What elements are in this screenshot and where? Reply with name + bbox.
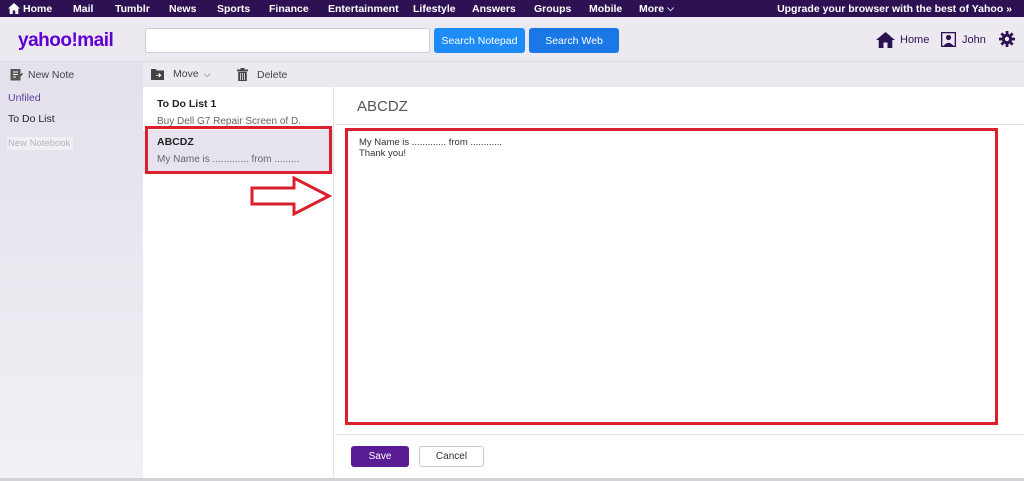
topnav-sports[interactable]: Sports: [217, 3, 250, 15]
header-home-link[interactable]: Home: [876, 32, 929, 48]
note-list-item-selected[interactable]: ABCDZ My Name is ............. from ....…: [143, 130, 334, 173]
user-profile-link[interactable]: John: [941, 32, 986, 47]
note-body-editor[interactable]: My Name is ............. from ..........…: [345, 128, 998, 425]
yahoo-mail-logo[interactable]: yahoo!mail: [18, 30, 114, 52]
right-arrow-annotation: [250, 176, 332, 216]
topnav-news[interactable]: News: [169, 3, 196, 15]
move-button[interactable]: Move ⌵: [151, 68, 211, 80]
trash-icon: [237, 68, 248, 81]
home-icon: [8, 3, 20, 14]
note-body-line: Thank you!: [359, 148, 406, 159]
note-snippet: Buy Dell G7 Repair Screen of D...: [157, 116, 300, 127]
note-body-line: My Name is ............. from ..........…: [359, 137, 503, 148]
topnav-more-label: More: [639, 2, 665, 15]
new-note-button[interactable]: New Note: [0, 62, 143, 87]
topnav-finance[interactable]: Finance: [269, 3, 309, 15]
sidebar-item-unfiled[interactable]: Unfiled: [0, 88, 143, 109]
delete-button[interactable]: Delete: [237, 68, 287, 81]
gear-icon[interactable]: [999, 31, 1015, 47]
topnav-answers[interactable]: Answers: [472, 3, 516, 15]
home-icon: [876, 32, 895, 48]
move-label: Move: [173, 68, 199, 80]
topnav-groups[interactable]: Groups: [534, 3, 571, 15]
note-list-item[interactable]: To Do List 1 Buy Dell G7 Repair Screen o…: [143, 92, 334, 130]
note-title-field[interactable]: ABCDZ: [357, 98, 408, 115]
user-icon: [941, 32, 956, 47]
delete-label: Delete: [257, 68, 288, 81]
note-toolbar: Move ⌵ Delete: [143, 62, 1024, 87]
topnav-more[interactable]: More ⌵: [639, 3, 674, 15]
note-snippet: My Name is ............. from ..........…: [157, 154, 300, 165]
notebook-sidebar: New Note Unfiled To Do List New Notebook: [0, 62, 143, 481]
chevron-down-icon: ⌵: [667, 3, 674, 13]
search-notepad-button[interactable]: Search Notepad: [434, 28, 525, 53]
folder-move-icon: [151, 69, 164, 80]
new-note-icon: [10, 69, 23, 81]
divider: [335, 124, 1024, 125]
topnav-tumblr[interactable]: Tumblr: [115, 3, 150, 15]
note-title: To Do List 1: [157, 98, 217, 110]
divider: [335, 434, 1024, 435]
user-name: John: [962, 33, 986, 46]
search-input[interactable]: [145, 28, 430, 53]
cancel-button[interactable]: Cancel: [419, 446, 484, 467]
topnav-home[interactable]: Home: [0, 3, 52, 15]
topnav-entertainment[interactable]: Entertainment: [328, 3, 399, 15]
header: yahoo!mail Search Notepad Search Web Hom…: [0, 17, 1024, 62]
note-title: ABCDZ: [157, 136, 194, 148]
note-list: To Do List 1 Buy Dell G7 Repair Screen o…: [143, 87, 334, 481]
new-note-label: New Note: [28, 68, 75, 81]
new-notebook-input[interactable]: New Notebook: [7, 137, 73, 150]
chevron-down-icon: ⌵: [203, 68, 211, 79]
sidebar-item-to-do-list[interactable]: To Do List: [0, 109, 143, 130]
topnav-home-label: Home: [23, 2, 53, 15]
topnav-mail[interactable]: Mail: [73, 3, 93, 15]
search-web-button[interactable]: Search Web: [529, 28, 619, 53]
topnav-mobile[interactable]: Mobile: [589, 3, 622, 15]
save-button[interactable]: Save: [351, 446, 409, 467]
top-nav-bar: Home Mail Tumblr News Sports Finance Ent…: [0, 0, 1024, 17]
header-home-label: Home: [900, 34, 930, 46]
topnav-lifestyle[interactable]: Lifestyle: [413, 3, 456, 15]
upgrade-browser-link[interactable]: Upgrade your browser with the best of Ya…: [777, 3, 1012, 15]
